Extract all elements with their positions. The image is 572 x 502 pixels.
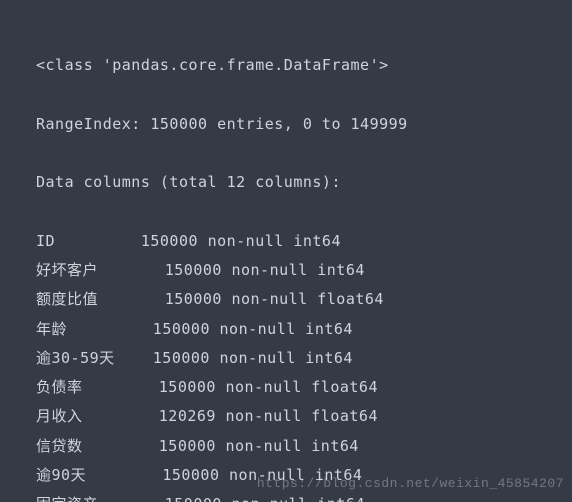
column-pad <box>98 261 165 279</box>
column-dtype: float64 <box>317 290 384 308</box>
column-null: non-null <box>231 261 307 279</box>
terminal-output: <class 'pandas.core.frame.DataFrame'> Ra… <box>0 0 572 502</box>
column-count: 150000 <box>159 437 216 455</box>
column-null: non-null <box>208 232 284 250</box>
column-count: 150000 <box>165 495 222 502</box>
column-pad <box>67 320 153 338</box>
class-line: <class 'pandas.core.frame.DataFrame'> <box>36 51 550 80</box>
column-count: 150000 <box>159 378 216 396</box>
column-name: 好坏客户 <box>36 261 98 279</box>
column-row: 年龄 150000 non-null int64 <box>36 315 550 344</box>
column-null: non-null <box>225 407 301 425</box>
column-null: non-null <box>220 349 296 367</box>
column-dtype: int64 <box>305 349 353 367</box>
column-null: non-null <box>225 437 301 455</box>
column-pad <box>83 378 159 396</box>
column-name: 固定资产 <box>36 495 98 502</box>
column-name: ID <box>36 232 55 250</box>
column-name: 年龄 <box>36 320 67 338</box>
column-name: 月收入 <box>36 407 83 425</box>
data-columns-line: Data columns (total 12 columns): <box>36 168 550 197</box>
column-pad <box>98 290 165 308</box>
range-index-line: RangeIndex: 150000 entries, 0 to 149999 <box>36 110 550 139</box>
column-count: 120269 <box>159 407 216 425</box>
column-null: non-null <box>220 320 296 338</box>
watermark: https://blog.csdn.net/weixin_45854207 <box>257 471 564 496</box>
column-pad <box>83 407 159 425</box>
column-dtype: int64 <box>311 437 359 455</box>
column-dtype: int64 <box>317 261 365 279</box>
column-row: 逾30-59天 150000 non-null int64 <box>36 344 550 373</box>
column-dtype: float64 <box>311 378 378 396</box>
column-pad <box>98 495 165 502</box>
column-row: 好坏客户 150000 non-null int64 <box>36 256 550 285</box>
column-name: 额度比值 <box>36 290 98 308</box>
column-count: 150000 <box>153 349 210 367</box>
column-name: 负债率 <box>36 378 83 396</box>
column-count: 150000 <box>165 261 222 279</box>
column-count: 150000 <box>165 290 222 308</box>
column-name: 逾30-59天 <box>36 349 115 367</box>
column-row: 信贷数 150000 non-null int64 <box>36 432 550 461</box>
column-null: non-null <box>231 495 307 502</box>
column-row: 额度比值 150000 non-null float64 <box>36 285 550 314</box>
column-name: 逾90天 <box>36 466 86 484</box>
column-count: 150000 <box>141 232 198 250</box>
column-null: non-null <box>231 290 307 308</box>
column-dtype: int64 <box>305 320 353 338</box>
column-count: 150000 <box>153 320 210 338</box>
column-dtype: int64 <box>293 232 341 250</box>
column-name: 信贷数 <box>36 437 83 455</box>
column-pad <box>55 232 141 250</box>
column-dtype: float64 <box>311 407 378 425</box>
column-row: 负债率 150000 non-null float64 <box>36 373 550 402</box>
column-row: 月收入 120269 non-null float64 <box>36 402 550 431</box>
column-pad <box>83 437 159 455</box>
column-row: ID 150000 non-null int64 <box>36 227 550 256</box>
column-pad <box>86 466 162 484</box>
column-null: non-null <box>225 378 301 396</box>
column-count: 150000 <box>162 466 219 484</box>
column-dtype: int64 <box>317 495 365 502</box>
column-pad <box>115 349 153 367</box>
columns-block: ID 150000 non-null int64好坏客户 150000 non-… <box>36 227 550 502</box>
